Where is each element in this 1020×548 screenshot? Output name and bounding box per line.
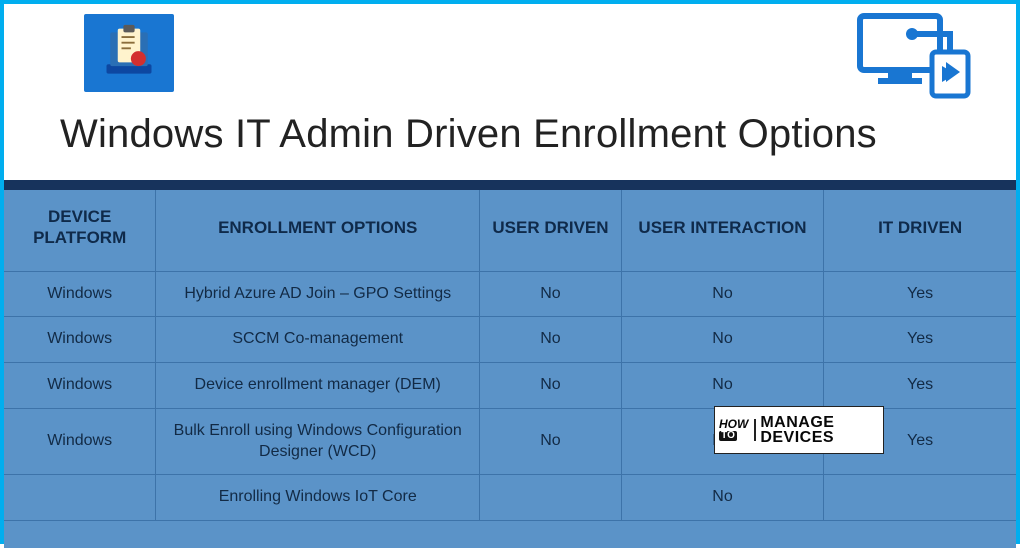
cell-platform: Windows [4, 271, 156, 317]
enrollment-table-container: DEVICE PLATFORM ENROLLMENT OPTIONS USER … [4, 190, 1016, 548]
col-user-driven: USER DRIVEN [480, 190, 622, 271]
cell-user-interaction: No [621, 271, 823, 317]
cell-user-driven: No [480, 408, 622, 475]
cell-it-driven [824, 475, 1016, 521]
cell-it-driven: Yes [824, 363, 1016, 409]
slide-header: Windows IT Admin Driven Enrollment Optio… [4, 4, 1016, 180]
cell-user-driven: No [480, 363, 622, 409]
cell-user-driven: No [480, 271, 622, 317]
cell-option: SCCM Co-management [156, 317, 480, 363]
cell-platform [4, 475, 156, 521]
table-row: Windows Device enrollment manager (DEM) … [4, 363, 1016, 409]
cell-option: Enrolling Windows IoT Core [156, 475, 480, 521]
cell-platform: Windows [4, 363, 156, 409]
cell-user-driven: No [480, 317, 622, 363]
watermark-how-block: HOW TO [719, 419, 756, 441]
watermark-line2: DEVICES [760, 430, 834, 445]
table-row: Windows SCCM Co-management No No Yes [4, 317, 1016, 363]
cell-user-driven [480, 475, 622, 521]
device-transfer-icon [854, 10, 974, 96]
page-title: Windows IT Admin Driven Enrollment Optio… [60, 112, 877, 157]
cell-it-driven: Yes [824, 317, 1016, 363]
cell-option: Device enrollment manager (DEM) [156, 363, 480, 409]
cell-platform: Windows [4, 408, 156, 475]
watermark-how: HOW [719, 419, 748, 430]
col-it-driven: IT DRIVEN [824, 190, 1016, 271]
watermark-line1: MANAGE [760, 415, 834, 430]
cell-it-driven: Yes [824, 271, 1016, 317]
table-row: Windows Hybrid Azure AD Join – GPO Setti… [4, 271, 1016, 317]
clipboard-laptop-icon [84, 14, 174, 92]
cell-platform: Windows [4, 317, 156, 363]
cell-option: Hybrid Azure AD Join – GPO Settings [156, 271, 480, 317]
col-device-platform: DEVICE PLATFORM [4, 190, 156, 271]
cell-user-interaction: No [621, 475, 823, 521]
watermark-to: TO [719, 431, 737, 441]
watermark-logo: HOW TO MANAGE DEVICES [714, 406, 884, 454]
cell-user-interaction: No [621, 317, 823, 363]
table-row: Enrolling Windows IoT Core No [4, 475, 1016, 521]
col-enrollment-options: ENROLLMENT OPTIONS [156, 190, 480, 271]
enrollment-table: DEVICE PLATFORM ENROLLMENT OPTIONS USER … [4, 190, 1016, 521]
header-divider [4, 180, 1016, 190]
cell-user-interaction: No [621, 363, 823, 409]
table-header-row: DEVICE PLATFORM ENROLLMENT OPTIONS USER … [4, 190, 1016, 271]
cell-option: Bulk Enroll using Windows Configuration … [156, 408, 480, 475]
col-user-interaction: USER INTERACTION [621, 190, 823, 271]
watermark-main-block: MANAGE DEVICES [760, 415, 834, 445]
